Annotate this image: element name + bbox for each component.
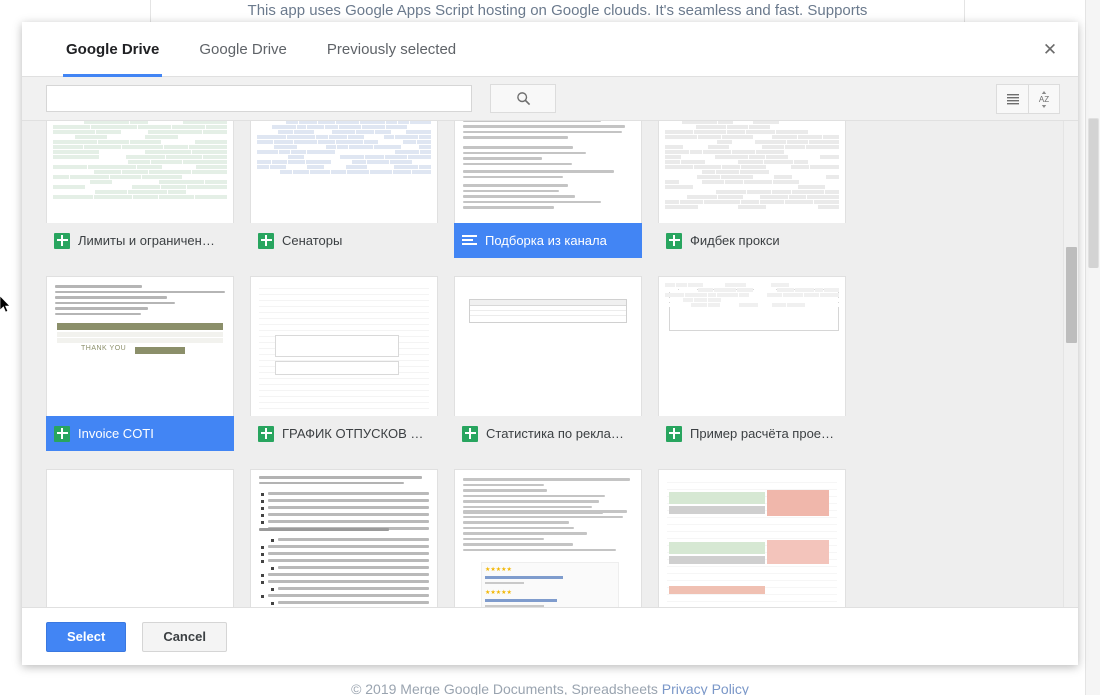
- page-scrollbar-thumb[interactable]: [1088, 118, 1099, 268]
- list-lines-icon: [1006, 94, 1019, 105]
- file-thumbnail: [658, 121, 846, 223]
- sheets-icon: [666, 232, 682, 249]
- doc-icon: [462, 233, 477, 248]
- file-name-label: Статистика по рекла…: [486, 426, 624, 441]
- file-grid: Лимиты и ограничен… Сенаторы Подборка из к…: [22, 121, 1063, 607]
- file-picker-dialog: Google Drive Google Drive Previously sel…: [22, 22, 1078, 665]
- file-caption[interactable]: Invoice COTI: [46, 416, 234, 451]
- file-name-label: ГРАФИК ОТПУСКОВ н…: [282, 426, 430, 441]
- file-card[interactable]: Статистика по рекла…: [454, 276, 642, 451]
- sort-az-glyph: AZ: [1039, 91, 1049, 108]
- privacy-policy-link[interactable]: Privacy Policy: [662, 681, 749, 695]
- file-card[interactable]: 👉Та самая табличк…: [46, 469, 234, 607]
- file-thumbnail: THANK YOU: [46, 276, 234, 416]
- app-description-line1: This app uses Google Apps Script hosting…: [247, 2, 868, 19]
- file-thumbnail: [454, 276, 642, 416]
- file-name-label: Лимиты и ограничен…: [78, 233, 215, 248]
- file-name-label: Сенаторы: [282, 233, 343, 248]
- file-card[interactable]: Пример расчёта прое…: [658, 276, 846, 451]
- file-name-label: Фидбек прокси: [690, 233, 780, 248]
- select-button-label: Select: [67, 629, 106, 644]
- view-options-group: AZ: [996, 84, 1060, 114]
- file-thumbnail: [658, 276, 846, 416]
- cancel-button-label: Cancel: [163, 629, 206, 644]
- search-icon: [516, 92, 530, 106]
- dialog-tabbar: Google Drive Google Drive Previously sel…: [22, 22, 1078, 77]
- search-button[interactable]: [490, 84, 556, 113]
- file-name-label: Invoice COTI: [78, 426, 154, 441]
- dialog-toolbar: AZ: [22, 77, 1078, 121]
- file-caption[interactable]: ГРАФИК ОТПУСКОВ н…: [250, 416, 438, 451]
- list-view-icon[interactable]: [997, 85, 1028, 113]
- file-card[interactable]: Фидбек прокси: [658, 121, 846, 258]
- file-caption[interactable]: Пример расчёта прое…: [658, 416, 846, 451]
- svg-text:AZ: AZ: [1039, 95, 1049, 104]
- copyright-text: © 2019 Merge Google Documents, Spreadshe…: [351, 681, 658, 695]
- file-card[interactable]: Лимиты и ограничен…: [46, 121, 234, 258]
- dialog-footer: Select Cancel: [22, 607, 1078, 665]
- file-card[interactable]: Подборка из канала: [454, 121, 642, 258]
- cancel-button[interactable]: Cancel: [142, 621, 227, 652]
- file-name-label: Подборка из канала: [485, 233, 607, 248]
- file-thumbnail: [46, 469, 234, 607]
- file-card[interactable]: G+ HTML5 community …: [250, 469, 438, 607]
- tab-google-drive-1[interactable]: Google Drive: [46, 22, 179, 77]
- sheets-icon: [258, 232, 274, 249]
- sort-az-icon[interactable]: AZ: [1028, 85, 1059, 113]
- file-card[interactable]: Сенаторы: [250, 121, 438, 258]
- close-icon[interactable]: ✕: [1022, 22, 1078, 77]
- file-caption[interactable]: Лимиты и ограничен…: [46, 223, 234, 258]
- file-thumbnail: ★★★★★ ★★★★★: [454, 469, 642, 607]
- file-card[interactable]: [658, 469, 846, 607]
- tab-previously-selected[interactable]: Previously selected: [307, 22, 476, 76]
- file-grid-container: Лимиты и ограничен… Сенаторы Подборка из к…: [22, 121, 1078, 607]
- tab-label: Previously selected: [326, 40, 457, 58]
- page-scrollbar[interactable]: [1085, 0, 1100, 695]
- sheets-icon: [462, 425, 478, 442]
- grid-scrollbar-thumb[interactable]: [1066, 247, 1077, 343]
- file-caption[interactable]: Статистика по рекла…: [454, 416, 642, 451]
- page-footer: © 2019 Merge Google Documents, Spreadshe…: [0, 679, 1100, 695]
- file-caption[interactable]: Подборка из канала: [454, 223, 642, 258]
- file-caption[interactable]: Фидбек прокси: [658, 223, 846, 258]
- sheets-icon: [666, 425, 682, 442]
- sheets-icon: [258, 425, 274, 442]
- select-button[interactable]: Select: [46, 621, 127, 652]
- sheets-icon: [54, 425, 70, 442]
- grid-scrollbar[interactable]: [1063, 121, 1078, 607]
- file-thumbnail: [250, 121, 438, 223]
- tab-google-drive-2[interactable]: Google Drive: [179, 22, 307, 76]
- file-card[interactable]: ★★★★★ ★★★★★: [454, 469, 642, 607]
- file-card[interactable]: THANK YOU Invoice COTI: [46, 276, 234, 451]
- file-thumbnail: [658, 469, 846, 607]
- mouse-cursor: [0, 296, 11, 313]
- file-caption[interactable]: Сенаторы: [250, 223, 438, 258]
- file-thumbnail: [250, 469, 438, 607]
- tab-label: Google Drive: [199, 40, 287, 58]
- file-name-label: Пример расчёта прое…: [690, 426, 835, 441]
- file-thumbnail: [454, 121, 642, 223]
- file-thumbnail: [250, 276, 438, 416]
- tab-label: Google Drive: [66, 40, 160, 58]
- file-card[interactable]: ГРАФИК ОТПУСКОВ н…: [250, 276, 438, 451]
- sheets-icon: [54, 232, 70, 249]
- file-thumbnail: [46, 121, 234, 223]
- screen: This app uses Google Apps Script hosting…: [0, 0, 1100, 695]
- search-input[interactable]: [46, 85, 472, 112]
